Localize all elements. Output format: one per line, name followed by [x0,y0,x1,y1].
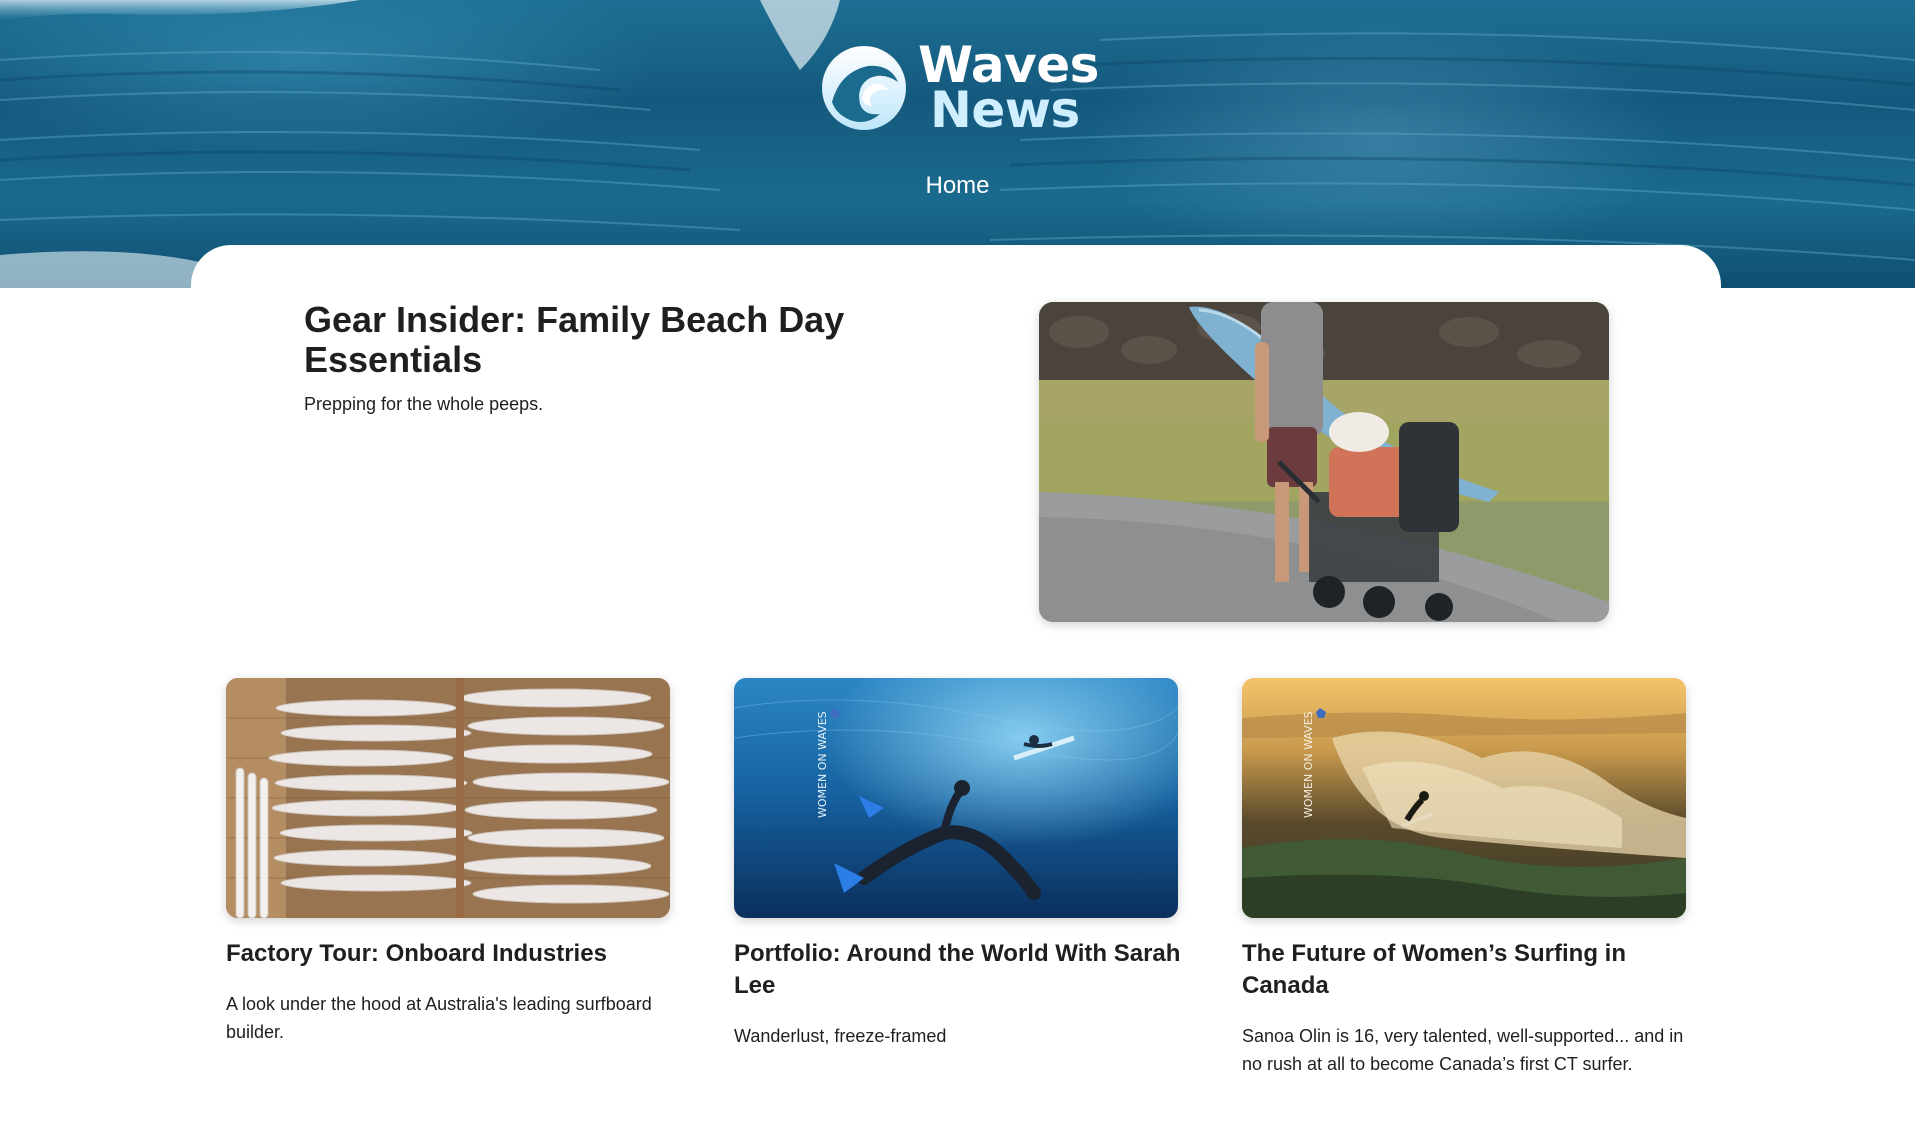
featured-article-subtitle: Prepping for the whole peeps. [304,394,544,414]
article-desc-womens-surfing-canada: Sanoa Olin is 16, very talented, well-su… [1242,1026,1684,1074]
article-title-sarah-lee[interactable]: Portfolio: Around the World With Sarah L… [734,938,1184,1002]
article-title-factory-tour[interactable]: Factory Tour: Onboard Industries [226,938,676,970]
article-desc-sarah-lee: Wanderlust, freeze-framed [734,1026,947,1046]
article-image-womens-surfing-canada[interactable]: WOMEN ON WAVES [1242,678,1686,918]
article-image-factory-tour[interactable] [226,678,670,918]
women-on-waves-badge: WOMEN ON WAVES [1302,711,1315,818]
logo-text-news: News [930,81,1080,139]
wave-circle-icon [822,46,906,130]
site-logo[interactable]: Waves News [818,40,1099,139]
nav-item-home[interactable]: Home [925,172,989,199]
women-on-waves-badge: WOMEN ON WAVES [816,711,829,818]
article-image-sarah-lee[interactable]: WOMEN ON WAVES [734,678,1178,918]
main-nav: Home [0,172,1915,200]
article-desc-factory-tour: A look under the hood at Australia's lea… [226,994,652,1042]
article-title-womens-surfing-canada[interactable]: The Future of Women’s Surfing in Canada [1242,938,1692,1002]
featured-article-image[interactable] [1039,302,1609,622]
featured-article-title[interactable]: Gear Insider: Family Beach Day Essential… [304,300,924,380]
